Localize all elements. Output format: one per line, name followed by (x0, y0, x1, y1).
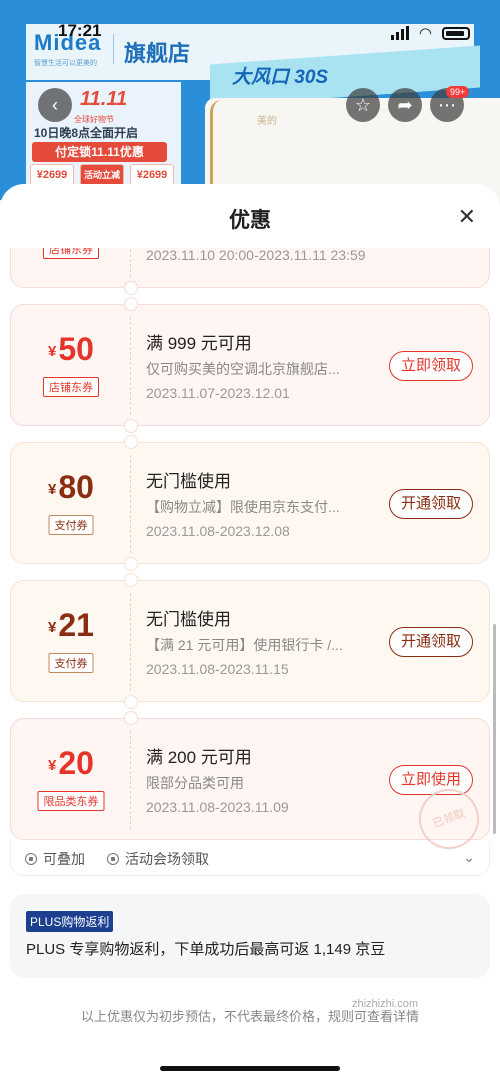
watermark: zhizhizhi.com (352, 998, 419, 1010)
coupon-title: 无门槛使用 (146, 610, 231, 629)
back-button[interactable]: ‹ (38, 88, 72, 122)
promo-text: 大风口 30S (232, 67, 329, 88)
coupon-card: ¥21 支付券 无门槛使用 【满 21 元可用】使用银行卡 /... 2023.… (10, 573, 490, 709)
coupon-title: 无门槛使用 (146, 472, 231, 491)
sale-title: 11.11 (80, 88, 128, 110)
coupon-date: 2023.11.07-2023.12.01 (146, 385, 290, 401)
battery-icon (442, 26, 470, 40)
activate-claim-button[interactable]: 开通领取 (389, 489, 473, 519)
more-icon: ⋯ (438, 95, 456, 115)
coupon-desc: 【购物立减】限使用京东支付... (146, 499, 340, 515)
signal-icon (390, 26, 409, 40)
sheet-title: 优惠 (229, 209, 271, 232)
chevron-left-icon: ‹ (52, 95, 58, 115)
status-time: 17:21 (58, 21, 102, 40)
brand-slogan: 智慧生活可以更美的 (34, 60, 97, 67)
coupon-date: 2023.11.10 20:00-2023.11.11 23:59 (146, 248, 366, 263)
activate-claim-button[interactable]: 开通领取 (389, 627, 473, 657)
coupon-tag: 店铺东券 (43, 248, 99, 259)
coupon-card: ¥80 支付券 无门槛使用 【购物立减】限使用京东支付... 2023.11.0… (10, 435, 490, 571)
more-badge: 99+ (446, 86, 470, 98)
plus-rebate-box: PLUS购物返利 PLUS 专享购物返利，下单成功后最高可返 1,149 京豆 (10, 894, 490, 978)
disclaimer: 以上优惠仅为初步预估，不代表最终价格，规则可查看详情 (80, 1009, 419, 1024)
stack-icon (25, 853, 37, 865)
sale-line-2: 付定锁11.11优惠 (32, 142, 167, 162)
coupon-date: 2023.11.08-2023.11.09 (146, 799, 289, 815)
home-indicator (160, 1066, 340, 1071)
venue-label: 活动会场领取 (125, 851, 209, 867)
screen: Midea 智慧生活可以更美的 旗舰店 大风口 30S 美的 11.11 全球好… (0, 0, 500, 1082)
share-button[interactable]: ➦ (388, 88, 422, 122)
plus-tag: PLUS购物返利 (26, 911, 114, 932)
coupon-sheet: 优惠 ✕ 店铺东券 2023.11.10 20:00-2023.11.11 23… (0, 184, 500, 1082)
brand-divider (113, 34, 114, 64)
coupon-tag: 支付券 (48, 515, 94, 535)
favorite-button[interactable]: ☆ (346, 88, 380, 122)
share-icon: ➦ (397, 95, 413, 115)
plus-text: PLUS 专享购物返利，下单成功后最高可返 1,149 京豆 (26, 941, 386, 958)
coupon-date: 2023.11.08-2023.12.08 (146, 523, 290, 539)
coupon-date: 2023.11.08-2023.11.15 (146, 661, 289, 677)
status-icons: ◠ (390, 24, 470, 42)
coupon-tag: 支付券 (48, 653, 94, 673)
coupon-tag: 限品类东券 (37, 791, 105, 811)
coupon-desc: 【满 21 元可用】使用银行卡 /... (146, 637, 343, 653)
close-icon[interactable]: ✕ (458, 204, 476, 230)
coupon-card: ¥20 限品类东券 满 200 元可用 限部分品类可用 2023.11.08-2… (10, 711, 490, 858)
coupon-tag: 店铺东券 (43, 377, 99, 397)
coupon-title: 满 200 元可用 (146, 748, 252, 767)
claim-button[interactable]: 立即领取 (389, 351, 473, 381)
coupon-list[interactable]: 店铺东券 2023.11.10 20:00-2023.11.11 23:59 ¥… (0, 248, 500, 878)
stackable-label: 可叠加 (43, 851, 85, 867)
chevron-down-icon[interactable]: ⌄ (463, 849, 475, 866)
stackable-note: 可叠加 (25, 849, 85, 869)
scrollbar[interactable] (493, 624, 496, 834)
coupon-desc: 限部分品类可用 (146, 775, 244, 791)
price-chip: ¥2699 (30, 164, 74, 186)
venue-note: 活动会场领取 (107, 849, 209, 869)
store-name: 旗舰店 (124, 41, 191, 66)
coupon-info-row: 可叠加 活动会场领取 ⌄ (10, 842, 490, 876)
wifi-icon: ◠ (418, 25, 432, 42)
sale-line-1: 10日晚8点全面开启 (34, 126, 139, 140)
venue-icon (107, 853, 119, 865)
price-chip: 活动立减 (80, 164, 124, 186)
coupon-desc: 仅可购买美的空调北京旗舰店... (146, 361, 340, 377)
coupon-card: 店铺东券 2023.11.10 20:00-2023.11.11 23:59 (10, 248, 490, 295)
price-chip: ¥2699 (130, 164, 174, 186)
air-conditioner-logo: 美的 (257, 116, 277, 127)
coupon-card: ¥50 店铺东券 满 999 元可用 仅可购买美的空调北京旗舰店... 2023… (10, 297, 490, 433)
coupon-title: 满 999 元可用 (146, 334, 252, 353)
star-icon: ☆ (354, 95, 372, 115)
